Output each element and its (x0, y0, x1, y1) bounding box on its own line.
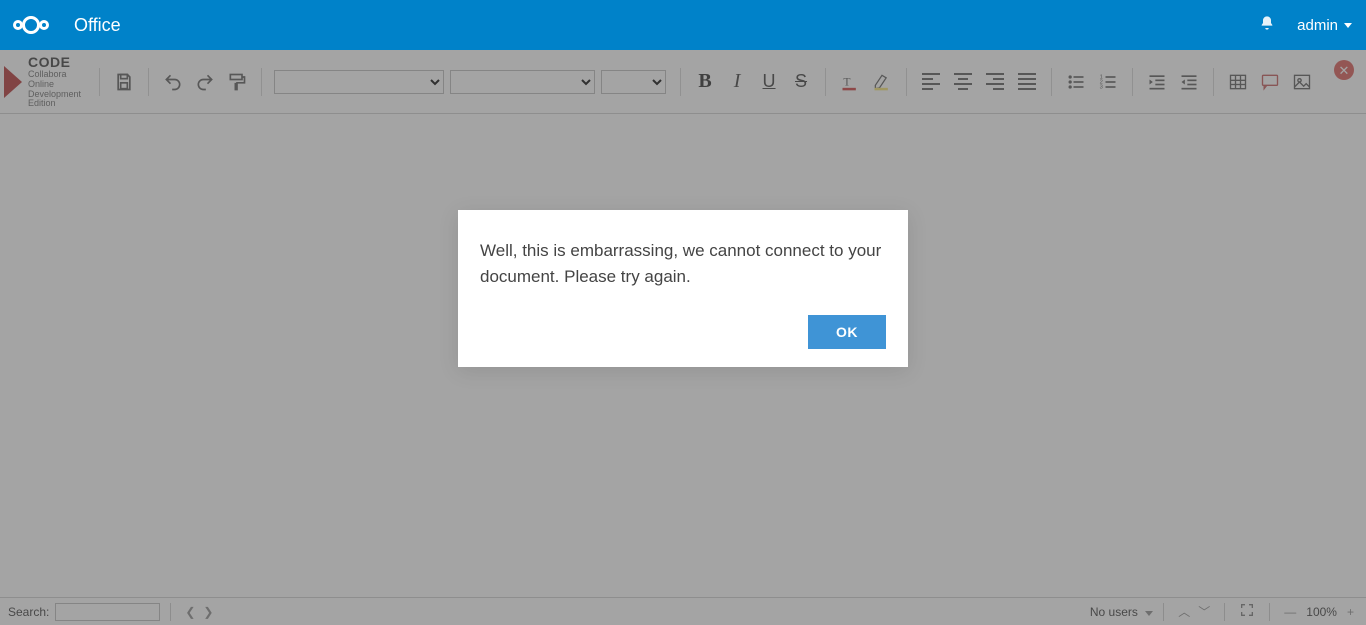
dialog-message: Well, this is embarrassing, we cannot co… (480, 238, 886, 289)
notifications-icon[interactable] (1259, 15, 1275, 36)
error-dialog: Well, this is embarrassing, we cannot co… (458, 210, 908, 367)
caret-down-icon (1344, 23, 1352, 28)
app-title: Office (74, 15, 121, 36)
top-bar: Office admin (0, 0, 1366, 50)
user-menu[interactable]: admin (1297, 17, 1352, 34)
ok-button[interactable]: OK (808, 315, 886, 349)
app-body: CODE Collabora Online Development Editio… (0, 50, 1366, 625)
user-name: admin (1297, 17, 1338, 34)
nextcloud-logo[interactable] (14, 16, 48, 34)
modal-overlay: Well, this is embarrassing, we cannot co… (0, 50, 1366, 625)
